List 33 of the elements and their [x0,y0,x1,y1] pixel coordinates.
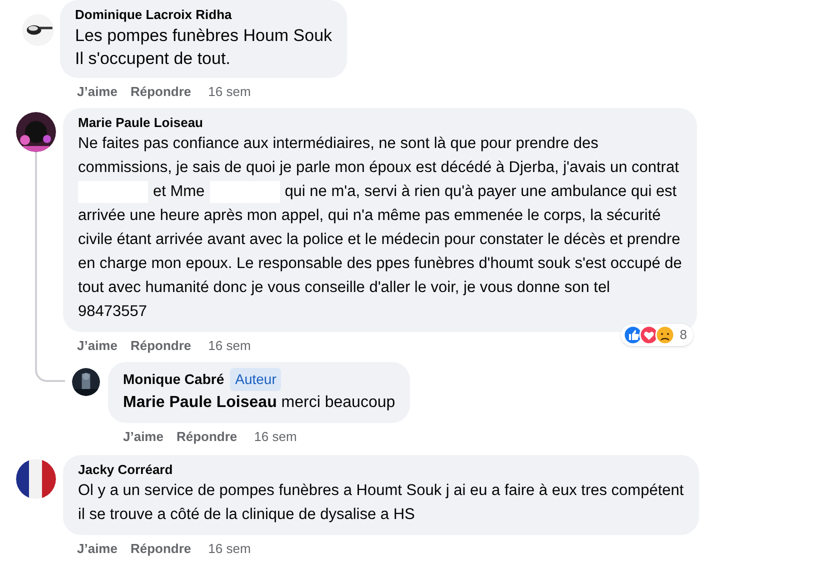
author-name[interactable]: Dominique Lacroix Ridha [75,6,332,24]
reply-link[interactable]: Répondre [130,336,192,356]
comment-text: qui ne m'a, servi à rien qu'à payer une ambulance qui est [284,182,677,202]
comment-text: Ne faites pas confiance aux intermédiaires, ne sont là que pour prendre des [78,134,598,154]
reactions-pill[interactable]: 8 [620,324,693,346]
reply-link[interactable]: Répondre [176,427,238,447]
comment-text: 98473557 [78,302,147,322]
like-link[interactable]: J’aime [77,336,118,356]
comment-time: 16 sem [208,540,251,558]
reply-link[interactable]: Répondre [130,82,192,102]
comment-text: commissions, je sais de quoi je parle mon époux est décédé à Djerba, j'avais un contrat [78,158,679,178]
comment-time: 16 sem [254,428,297,446]
comment-text: Ol y a un service de pompes funèbres a Houmt Souk j ai eu a faire à eux tres compétent [78,481,684,501]
comment-text: civile étant arrivée avant avec la police et le médecin pour constater le décès et prendre [78,230,680,250]
author-name[interactable]: Monique Cabré [123,369,224,390]
comment-text: il se trouve a côté de la clinique de dysalise a HS [78,505,415,525]
author-name[interactable]: Jacky Corréard [78,461,684,479]
author-badge: Auteur [230,368,282,391]
like-link[interactable]: J’aime [123,427,164,447]
comment-text: et Mme [153,182,205,202]
comment-text: Marie Paule Loiseau merci beaucoup [123,393,396,413]
reply-link[interactable]: Répondre [130,539,192,559]
like-link[interactable]: J’aime [77,539,118,559]
comment-text: en charge mon epoux. Le responsable des ppes funèbres d'houmt souk s'est occupé de [78,254,682,274]
author-name[interactable]: Marie Paule Loiseau [78,114,682,132]
comment-time: 16 sem [208,83,251,102]
like-link[interactable]: J’aime [77,82,118,102]
comment-text: Il s'occupent de tout. [75,48,230,70]
comment-text: tout avec humanité donc je vous conseille d'aller le voir, je vous donne son tel [78,278,610,298]
reaction-count: 8 [680,326,688,344]
comment-time: 16 sem [208,337,251,356]
comment-text: Les pompes funèbres Houm Souk [75,25,332,47]
comment-text: arrivée une heure après mon appel, qui n'a même pas emmenée le corps, la sécurité [78,206,661,226]
